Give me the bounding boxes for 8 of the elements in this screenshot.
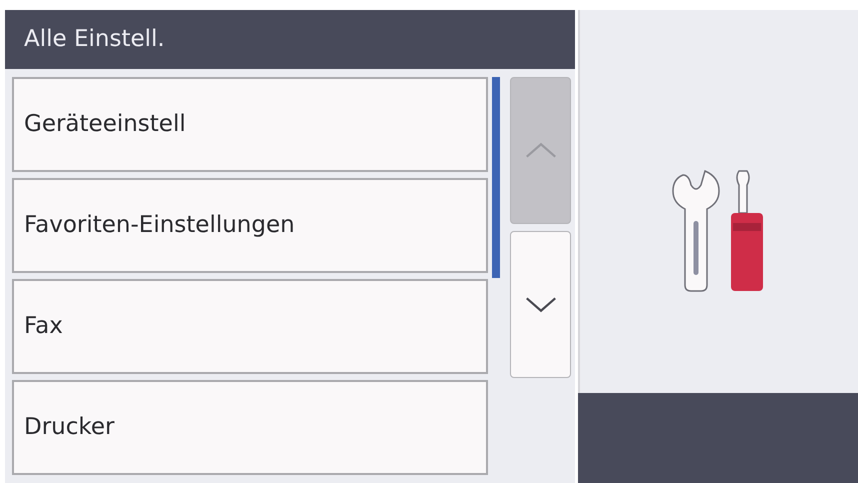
menu-item[interactable]: Drucker <box>12 380 488 475</box>
chevron-down-icon <box>524 296 556 313</box>
chevron-up-icon <box>524 142 556 159</box>
menu-item[interactable]: Fax <box>12 279 488 374</box>
menu-item[interactable]: Favoriten-Einstellungen <box>12 178 488 273</box>
scroll-down-button[interactable] <box>510 231 571 378</box>
menu-item[interactable]: Geräteeinstell <box>12 77 488 172</box>
screen-title: Alle Einstell. <box>24 25 165 54</box>
